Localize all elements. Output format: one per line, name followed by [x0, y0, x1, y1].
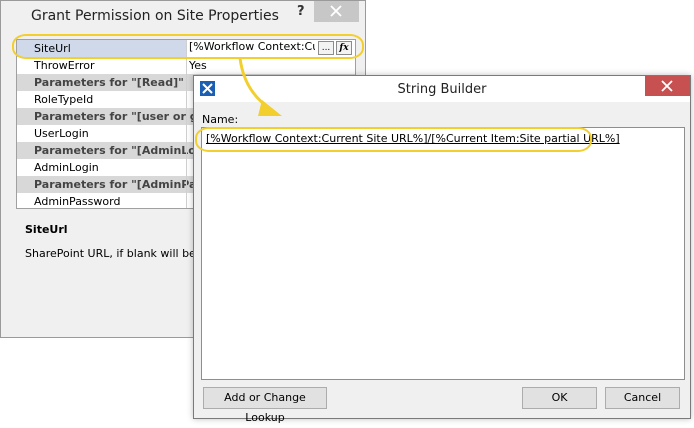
arrow-icon: [238, 57, 282, 116]
